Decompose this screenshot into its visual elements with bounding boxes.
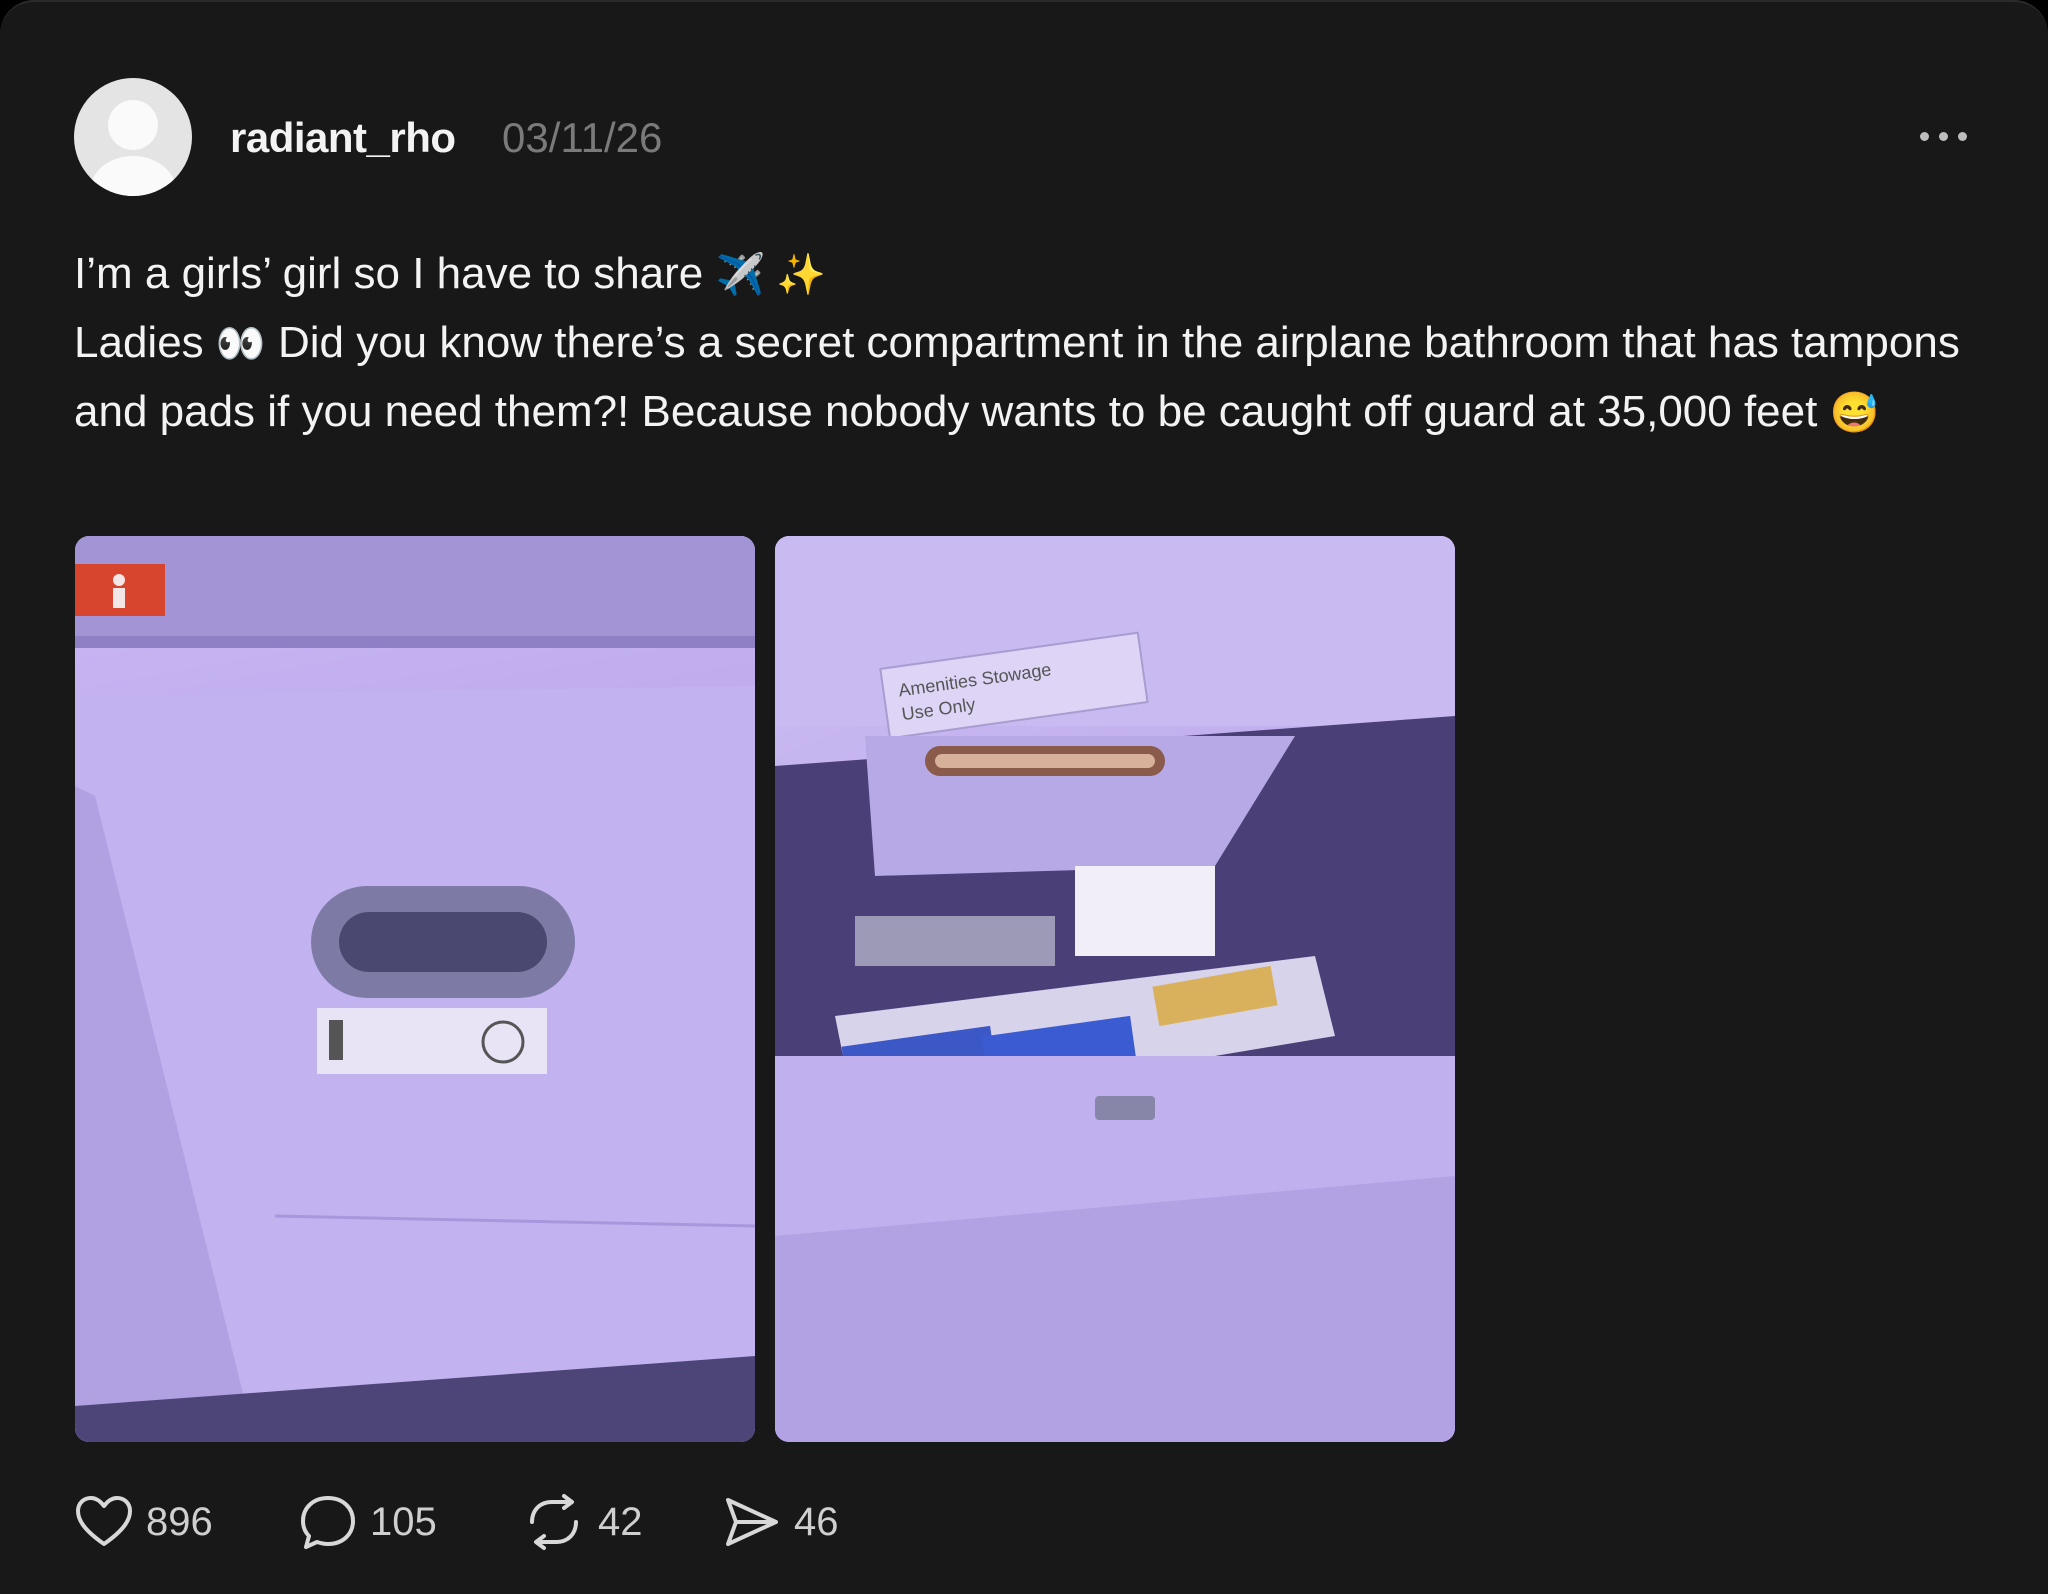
comment-button[interactable]: 105	[298, 1492, 522, 1552]
latch	[1095, 1096, 1155, 1120]
send-icon	[726, 1498, 778, 1546]
compartment-illustration: Amenities Stowage Use Only	[775, 536, 1455, 1442]
avatar-body-shape	[90, 156, 176, 196]
instruction-sticker	[317, 1008, 547, 1074]
heart-icon	[76, 1496, 132, 1546]
dispenser-item	[855, 916, 1055, 966]
top-panel	[75, 536, 755, 646]
post-image-1[interactable]	[75, 536, 755, 1442]
username[interactable]: radiant_rho	[230, 114, 456, 162]
airplane-sparkles-emoji: ✈️ ✨	[715, 253, 827, 297]
sticker-figure	[329, 1020, 343, 1060]
like-count: 896	[146, 1499, 213, 1544]
post-ladies: Ladies	[74, 318, 204, 367]
lavatory-door-illustration	[75, 536, 755, 1442]
post-line-1: I’m a girls’ girl so I have to share ✈️ …	[74, 240, 1994, 309]
repost-count: 42	[598, 1499, 643, 1544]
lid-handle-highlight	[935, 754, 1155, 768]
dot	[1958, 131, 1967, 141]
sign-figure-head	[113, 574, 125, 586]
more-options-icon[interactable]	[1920, 126, 1984, 146]
grin-sweat-emoji: 😅	[1829, 391, 1880, 435]
avatar[interactable]	[74, 78, 192, 196]
dot	[1920, 131, 1929, 141]
top-panel-edge	[75, 636, 755, 648]
repost-button[interactable]: 42	[522, 1492, 722, 1552]
repost-icon	[530, 1494, 578, 1550]
post-line-1-text: I’m a girls’ girl so I have to share	[74, 249, 704, 298]
post-body: Ladies 👀 Did you know there’s a secret c…	[74, 309, 1994, 447]
sign-figure-body	[113, 588, 125, 608]
post-text: I’m a girls’ girl so I have to share ✈️ …	[74, 240, 1994, 447]
share-count: 46	[794, 1499, 839, 1544]
dot	[1939, 131, 1948, 141]
comment-bubble-icon	[301, 1496, 355, 1549]
share-button[interactable]: 46	[722, 1492, 862, 1552]
post-body-text: Did you know there’s a secret compartmen…	[74, 318, 1960, 436]
paper-stack	[1075, 866, 1215, 956]
post-image-2[interactable]: Amenities Stowage Use Only	[775, 536, 1455, 1442]
like-button[interactable]: 896	[74, 1494, 298, 1550]
post-date[interactable]: 03/11/26	[502, 114, 662, 162]
action-bar: 896 105 42 46	[74, 1492, 862, 1552]
avatar-head-shape	[108, 100, 158, 150]
comment-count: 105	[370, 1499, 437, 1544]
post-card: radiant_rho 03/11/26 I’m a girls’ girl s…	[0, 0, 2048, 1594]
eyes-emoji: 👀	[215, 322, 266, 366]
door-handle-inner	[339, 912, 547, 972]
